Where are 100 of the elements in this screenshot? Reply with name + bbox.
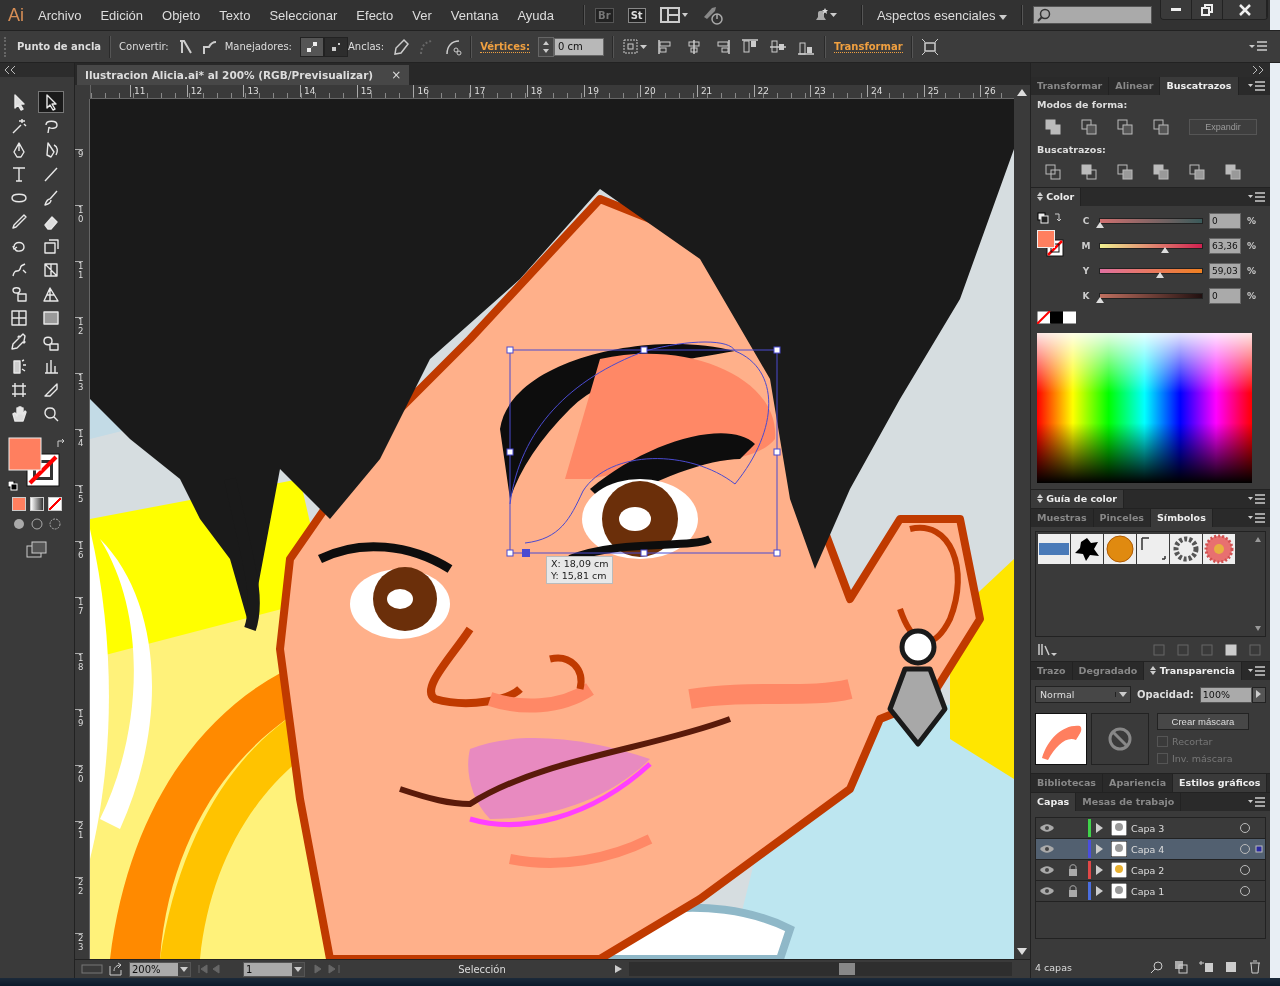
expand-triangle-icon[interactable] (1095, 886, 1103, 896)
none-mode-icon[interactable] (48, 497, 62, 511)
panel-menu-icon[interactable] (1248, 797, 1266, 807)
cut-path-icon[interactable] (444, 37, 463, 56)
menu-item[interactable]: Objeto (162, 7, 201, 23)
rocket-power-icon[interactable] (701, 5, 724, 25)
close-button[interactable] (1223, 0, 1267, 19)
pathfinder-icon[interactable] (1081, 164, 1097, 180)
channel-value-field[interactable]: 0 (1209, 213, 1241, 229)
eye-icon[interactable] (1039, 844, 1055, 854)
document-tab[interactable]: Ilustracion Alicia.ai* al 200% (RGB/Previsualizar) × (77, 64, 410, 85)
channel-value-field[interactable]: 63,36 (1209, 238, 1241, 254)
restore-button[interactable] (1192, 0, 1223, 19)
hide-handles-button[interactable] (323, 36, 348, 57)
lock-icon[interactable] (1068, 885, 1078, 897)
panel-menu-icon[interactable] (1248, 513, 1266, 523)
corners-link[interactable]: Vértices: (480, 40, 530, 53)
expand-arrows-icon[interactable] (1252, 66, 1264, 74)
expand-triangle-icon[interactable] (1095, 823, 1103, 833)
blend-mode-dropdown[interactable]: Normal (1035, 686, 1131, 703)
default-colors-icon[interactable] (8, 481, 18, 491)
panel-title[interactable]: Color (1031, 188, 1082, 206)
layer-name[interactable]: Capa 1 (1131, 885, 1165, 897)
layer-row[interactable]: Capa 4 (1036, 839, 1265, 860)
panel-tab[interactable]: Muestras (1031, 509, 1094, 527)
draw-modes-icon[interactable] (11, 517, 63, 531)
gradient-mode-icon[interactable] (30, 497, 44, 511)
circle-symbol[interactable] (1104, 534, 1136, 564)
clipping-mask-icon[interactable] (1174, 960, 1188, 974)
vertical-align-icon[interactable] (767, 37, 788, 56)
reference-point-icon[interactable] (621, 37, 648, 56)
panel-tab[interactable]: Estilos gráficos (1173, 774, 1268, 792)
pathfinder-icon[interactable] (1153, 164, 1169, 180)
menu-item[interactable]: Texto (219, 7, 251, 23)
eye-icon[interactable] (1039, 823, 1055, 833)
panel-tab[interactable]: Transparencia (1144, 662, 1243, 680)
ring-symbol[interactable] (1170, 534, 1202, 564)
workspace-dropdown[interactable]: Aspectos esenciales (872, 7, 1011, 23)
minimize-button[interactable] (1161, 0, 1192, 19)
artboard-dropdown[interactable]: 1 (243, 961, 305, 977)
selected-art-square-icon[interactable] (1255, 844, 1263, 853)
panel-tab[interactable]: Mesas de trabajo (1076, 793, 1182, 811)
layer-name[interactable]: Capa 2 (1131, 864, 1165, 876)
pen-minus-icon[interactable] (392, 37, 411, 56)
slider-thumb[interactable] (1096, 222, 1104, 228)
show-handles-button[interactable] (299, 36, 324, 57)
share-icon[interactable] (109, 962, 123, 977)
slider-thumb[interactable] (1096, 297, 1104, 303)
play-arrow-icon[interactable] (613, 964, 623, 975)
panel-tab[interactable]: Capas (1031, 793, 1077, 811)
target-circle-icon[interactable] (1239, 843, 1251, 855)
channel-value-field[interactable]: 59,03 (1209, 263, 1241, 279)
target-circle-icon[interactable] (1239, 864, 1251, 876)
expand-triangle-icon[interactable] (1095, 865, 1103, 875)
pathfinder-icon[interactable] (1117, 164, 1133, 180)
transform-link[interactable]: Transformar (833, 40, 903, 53)
new-layer-icon[interactable] (1224, 960, 1238, 974)
panel-menu-icon[interactable] (1248, 494, 1266, 504)
panel-tab[interactable]: Transformar (1031, 77, 1110, 95)
lock-icon[interactable] (1068, 864, 1078, 876)
expand-triangle-icon[interactable] (1095, 844, 1103, 854)
shape-mode-icon[interactable] (1153, 119, 1169, 135)
shape-mode-icon[interactable] (1045, 119, 1061, 135)
bar-symbol[interactable] (1038, 534, 1070, 564)
panel-tab[interactable]: Buscatrazos (1160, 77, 1239, 95)
panel-tab[interactable]: Bibliotecas (1031, 774, 1104, 792)
symbol-libraries-icon[interactable] (1037, 643, 1059, 657)
corner-spinner[interactable] (537, 36, 554, 57)
vertical-align-icon[interactable] (739, 37, 760, 56)
panel-title[interactable]: Guía de color (1031, 490, 1125, 508)
checkbox[interactable] (1157, 753, 1168, 764)
panel-tab[interactable]: Símbolos (1151, 509, 1213, 527)
channel-value-field[interactable]: 0 (1209, 288, 1241, 304)
menu-item[interactable]: Archivo (38, 7, 82, 23)
stock-button[interactable]: St (627, 7, 646, 23)
fill-stroke-swatches-icon[interactable] (1037, 230, 1067, 260)
ink-splat-symbol[interactable] (1071, 534, 1103, 564)
layer-name[interactable]: Capa 3 (1131, 822, 1165, 834)
color-mode-icon[interactable] (12, 497, 26, 511)
eye-icon[interactable] (1039, 886, 1055, 896)
swatch-presets-icon[interactable] (1037, 311, 1077, 324)
pathfinder-icon[interactable] (1225, 164, 1241, 180)
frame-corners-symbol[interactable] (1137, 534, 1169, 564)
panel-menu-icon[interactable] (1248, 666, 1266, 676)
slider-thumb[interactable] (1156, 272, 1165, 278)
new-sublayer-icon[interactable] (1198, 960, 1214, 974)
smooth-point-icon[interactable] (200, 38, 217, 55)
selection-bounding-box[interactable] (506, 341, 781, 558)
search-field[interactable] (1033, 6, 1152, 24)
menu-item[interactable]: Efecto (356, 7, 394, 23)
color-spectrum[interactable] (1037, 333, 1252, 483)
pathfinder-icon[interactable] (1189, 164, 1205, 180)
direct-selection-tool[interactable] (38, 91, 64, 113)
swap-arrows-icon[interactable] (56, 439, 66, 449)
checkbox[interactable] (1157, 736, 1168, 747)
opacity-field[interactable]: 100% (1199, 686, 1252, 703)
new-symbol-icon[interactable] (1224, 643, 1238, 657)
panel-tab[interactable]: Trazo (1031, 662, 1073, 680)
menu-item[interactable]: Edición (100, 7, 143, 23)
horizontal-scrollbar[interactable] (629, 962, 1012, 977)
